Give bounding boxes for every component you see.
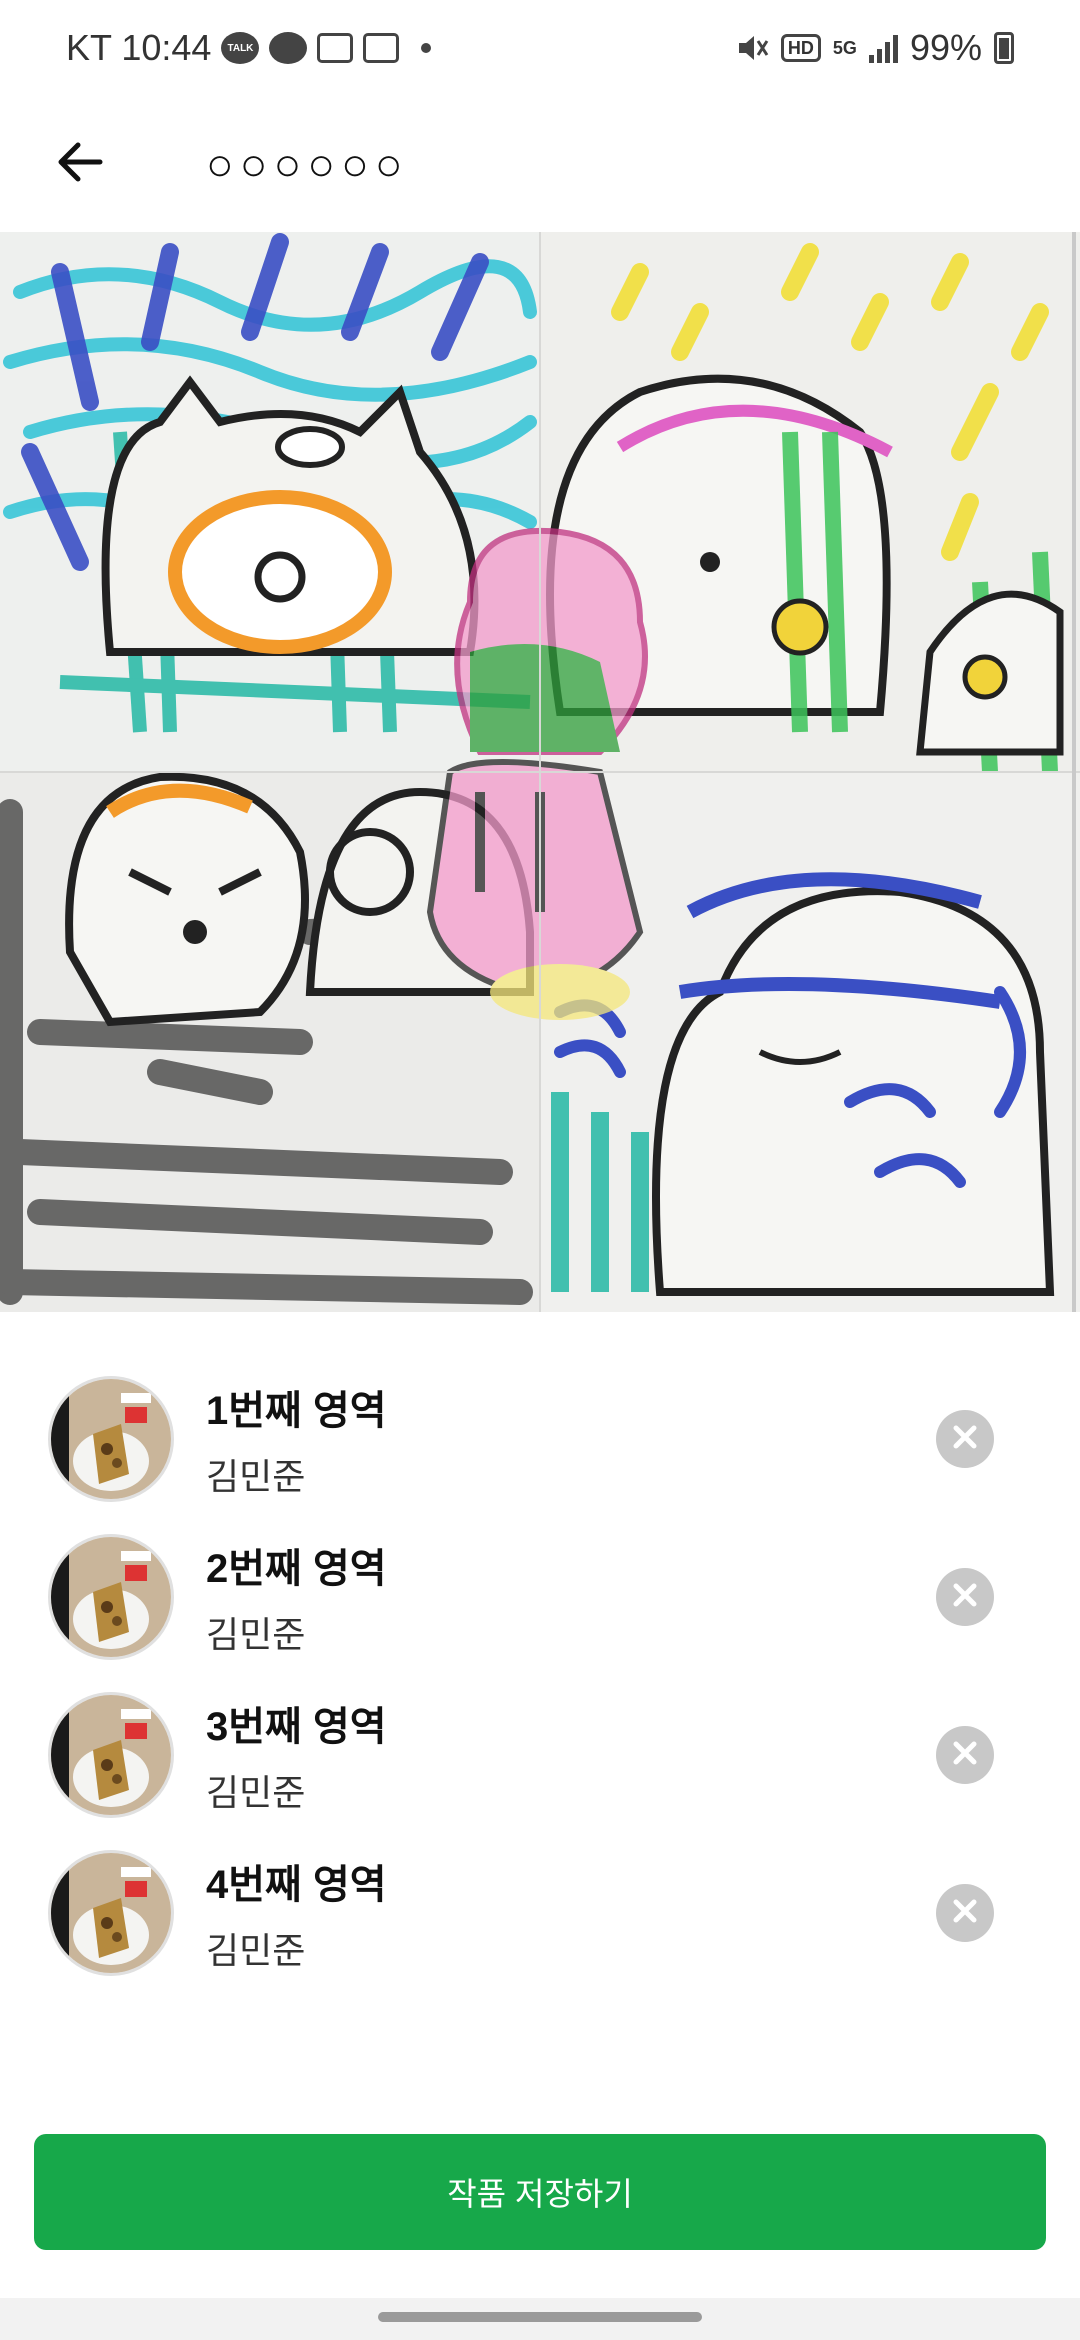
battery-text: 99%: [909, 27, 982, 68]
region-author: 김민준: [206, 1772, 306, 1813]
app-notification-icon: [317, 33, 354, 63]
hd-voice-icon: HD: [780, 34, 821, 62]
status-left: KT 10:44 TALK: [66, 27, 432, 69]
close-icon: [950, 1738, 980, 1773]
region-text: 1번째 영역 김민준: [206, 1378, 387, 1500]
remove-region-button[interactable]: [936, 1884, 994, 1942]
image-notification-icon: [363, 33, 400, 63]
region-list: 1번째 영역 김민준 2번째 영역 김민준 3번째 영역 김민준 4번째 영역 …: [0, 1360, 1080, 1992]
talk-label: TALK: [227, 42, 254, 54]
app-bar: ○○○○○○: [0, 96, 1080, 232]
arrow-left-icon: [54, 136, 106, 193]
signal-icon: [868, 33, 898, 63]
carrier-time: KT 10:44: [66, 27, 212, 68]
kakaotalk-icon: TALK: [221, 32, 260, 64]
list-item[interactable]: 3번째 영역 김민준: [0, 1676, 1080, 1834]
remove-region-button[interactable]: [936, 1568, 994, 1626]
region-author: 김민준: [206, 1456, 306, 1497]
more-notifications-dot-icon: [421, 43, 432, 53]
network-5g-icon: 5G: [832, 38, 857, 58]
remove-region-button[interactable]: [936, 1726, 994, 1784]
navigation-bar: [0, 2298, 1080, 2340]
region-title: 3번째 영역: [206, 1705, 387, 1749]
message-icon: [269, 32, 308, 64]
region-title: 1번째 영역: [206, 1389, 387, 1433]
save-artwork-button[interactable]: 작품 저장하기: [34, 2134, 1046, 2250]
page-title: ○○○○○○: [206, 138, 409, 190]
region-author: 김민준: [206, 1614, 306, 1655]
list-item[interactable]: 2번째 영역 김민준: [0, 1518, 1080, 1676]
artwork-image: [0, 232, 1080, 1312]
avatar: [48, 1850, 174, 1976]
region-text: 3번째 영역 김민준: [206, 1694, 387, 1816]
region-text: 4번째 영역 김민준: [206, 1852, 387, 1974]
region-title: 4번째 영역: [206, 1863, 387, 1907]
remove-region-button[interactable]: [936, 1410, 994, 1468]
region-title: 2번째 영역: [206, 1547, 387, 1591]
avatar: [48, 1692, 174, 1818]
status-bar: KT 10:44 TALK HD 5G 99%: [0, 0, 1080, 96]
back-button[interactable]: [30, 114, 130, 214]
avatar: [48, 1376, 174, 1502]
close-icon: [950, 1896, 980, 1931]
list-item[interactable]: 1번째 영역 김민준: [0, 1360, 1080, 1518]
close-icon: [950, 1422, 980, 1457]
status-right: HD 5G 99%: [735, 27, 1014, 69]
home-indicator[interactable]: [378, 2312, 702, 2322]
mute-icon: [735, 31, 769, 65]
region-author: 김민준: [206, 1930, 306, 1971]
list-item[interactable]: 4번째 영역 김민준: [0, 1834, 1080, 1992]
battery-icon: [994, 32, 1014, 64]
region-text: 2번째 영역 김민준: [206, 1536, 387, 1658]
close-icon: [950, 1580, 980, 1615]
avatar: [48, 1534, 174, 1660]
